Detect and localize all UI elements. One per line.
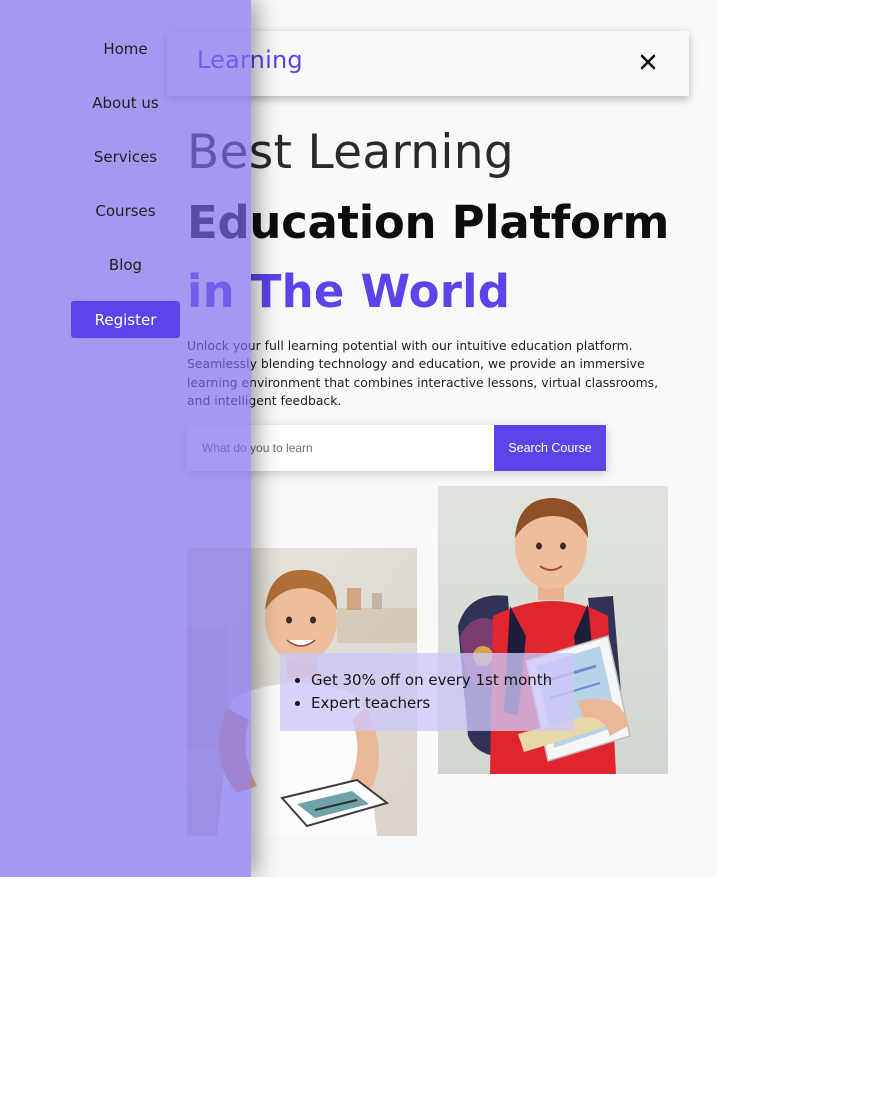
hero-title-line2: Education Platform <box>187 196 670 249</box>
close-icon[interactable] <box>637 51 659 73</box>
offer-box: Get 30% off on every 1st month Expert te… <box>280 653 574 731</box>
hero-description: Unlock your full learning potential with… <box>187 338 659 408</box>
sidebar-item-home[interactable]: Home <box>71 40 180 58</box>
search-course-button[interactable]: Search Course <box>494 425 606 471</box>
sidebar-item-about-us[interactable]: About us <box>71 94 180 112</box>
offer-item: Expert teachers <box>311 692 574 715</box>
register-button[interactable]: Register <box>71 301 180 338</box>
sidebar-overlay <box>0 0 251 877</box>
offer-item: Get 30% off on every 1st month <box>311 669 574 692</box>
sidebar-item-blog[interactable]: Blog <box>71 256 180 274</box>
page: Learning Best Learning Education Platfor… <box>0 0 717 877</box>
sidebar-item-courses[interactable]: Courses <box>71 202 180 220</box>
sidebar-item-services[interactable]: Services <box>71 148 180 166</box>
